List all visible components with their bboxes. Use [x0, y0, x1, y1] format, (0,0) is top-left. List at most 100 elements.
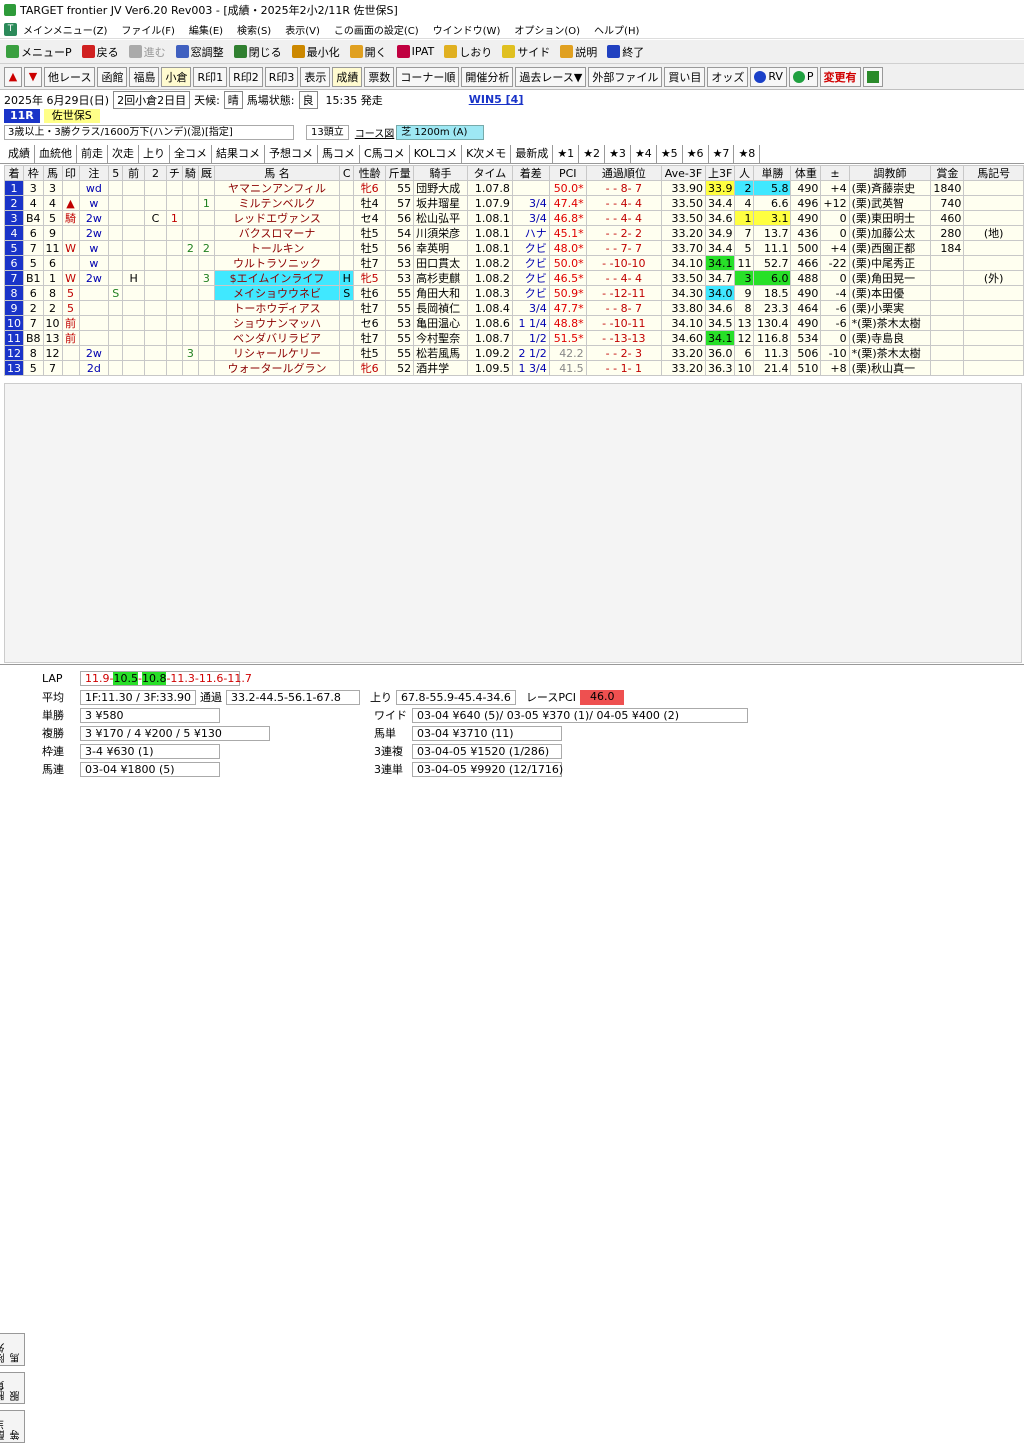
toolbar-button-6[interactable]: 開く — [349, 44, 387, 60]
display-button[interactable]: 表示 — [300, 66, 331, 87]
column-header[interactable]: 斤量 — [385, 165, 415, 181]
tab-10[interactable]: KOLコメ — [410, 144, 463, 163]
column-header[interactable]: 前 — [122, 165, 146, 181]
tab-4[interactable]: 上り — [139, 144, 170, 163]
table-row[interactable]: 9 2 2 5 トーホウディアス 牡7 55 長岡禎仁 1.08.4 3/4 47.7* - - 8-… — [4, 300, 1024, 316]
tab-15[interactable]: ★3 — [605, 144, 631, 163]
toolbar-button-5[interactable]: 最小化 — [291, 44, 340, 60]
up-arrow-button[interactable]: ▲ — [4, 66, 22, 87]
menu-screen-settings[interactable]: この画面の設定(C) — [334, 22, 419, 37]
tab-1[interactable]: 血統他 — [35, 144, 77, 163]
column-header[interactable]: 調教師 — [848, 165, 932, 181]
column-header[interactable]: 通過順位 — [585, 165, 663, 181]
menu-options[interactable]: オプション(O) — [514, 22, 580, 37]
toolbar-button-3[interactable]: 窓調整 — [175, 44, 224, 60]
table-row[interactable]: 3 B4 5 騎 2w C 1 レッドエヴァンス セ4 56 松山弘平 1.08.1 3/4 46.8* -… — [4, 210, 1024, 226]
tab-9[interactable]: C馬コメ — [360, 144, 410, 163]
tab-18[interactable]: ★6 — [683, 144, 709, 163]
table-row[interactable]: 10 7 10 前ショウナンマッハ セ6 53 亀田温心 1.08.6 1 1/4 48.8* - … — [4, 315, 1024, 331]
column-header[interactable]: 単勝 — [753, 165, 792, 181]
r-mark2-button[interactable]: R印2 — [229, 66, 263, 87]
tab-silks[interactable]: 勝負服 — [0, 1371, 25, 1405]
toolbar-button-7[interactable]: IPAT — [396, 45, 434, 58]
column-header[interactable]: PCI — [548, 165, 587, 181]
column-header[interactable]: 性齢 — [353, 165, 387, 181]
corner-order-button[interactable]: コーナー順 — [396, 66, 460, 87]
column-header[interactable]: 馬 名 — [213, 165, 341, 181]
toolbar-button-9[interactable]: サイド — [502, 44, 550, 60]
app-menu-icon[interactable]: T — [4, 22, 17, 36]
column-header[interactable]: 着 — [4, 165, 24, 181]
win5-link[interactable]: WIN5 [4] — [469, 93, 524, 106]
column-header[interactable]: 馬 — [42, 165, 63, 181]
column-header[interactable]: 注 — [78, 165, 110, 181]
tab-19[interactable]: ★7 — [709, 144, 735, 163]
tab-14[interactable]: ★2 — [579, 144, 606, 163]
column-header[interactable]: 馬記号 — [963, 165, 1024, 181]
table-row[interactable]: 13 5 7 2d ウォータールグラン 牝6 52 酒井学 1.09.5 1 3/4 41.5- -… — [4, 360, 1024, 376]
table-row[interactable]: 2 4 4 ▲ w 1 ミルテンベルク 牡4 57 坂井瑠星 1.07.9 3/4 47.4* - - 4… — [4, 195, 1024, 211]
votes-button[interactable]: 票数 — [364, 66, 395, 87]
tab-7[interactable]: 予想コメ — [265, 144, 318, 163]
menu-help[interactable]: ヘルプ(H) — [594, 22, 639, 37]
column-header[interactable]: 人 — [734, 165, 755, 181]
hakodate-button[interactable]: 函館 — [97, 66, 128, 87]
changes-button[interactable]: 変更有 — [819, 66, 861, 87]
column-header[interactable]: 印 — [61, 165, 80, 181]
rv-button[interactable]: RV — [750, 66, 787, 87]
menu-view[interactable]: 表示(V) — [285, 22, 320, 37]
column-header[interactable]: 厩 — [197, 165, 215, 181]
bet-button[interactable]: 買い目 — [664, 66, 706, 87]
column-header[interactable]: 上3F — [704, 165, 736, 181]
menu-edit[interactable]: 編集(E) — [189, 22, 223, 37]
column-header[interactable]: 5 — [108, 165, 124, 181]
tab-payout[interactable]: 配当等 — [0, 1410, 25, 1443]
menu-window[interactable]: ウインドウ(W) — [433, 22, 501, 37]
kokura-button[interactable]: 小倉 — [161, 66, 192, 87]
menu-search[interactable]: 検索(S) — [237, 22, 271, 37]
table-row[interactable]: 11 B8 13 前 ベンダバリラビア 牡7 55 今村聖奈 1.08.7 1/2 51.5* - -… — [4, 330, 1024, 346]
table-row[interactable]: 12 8 12 2w 3 リシャールケリー 牡5 55 松若風馬 1.09.2 2 1/2 42.2-… — [4, 345, 1024, 361]
table-row[interactable]: 1 3 3 wd ヤマニンアンフィル 牝6 55 団野大成 1.07.8 50.0* - - 8- … — [4, 180, 1024, 196]
down-arrow-button[interactable]: ▼ — [24, 66, 42, 87]
tab-3[interactable]: 次走 — [108, 144, 139, 163]
column-header[interactable]: 騎 — [181, 165, 199, 181]
table-row[interactable]: 7 B1 1 W 2w H 3 $エイムインライフ H 牝5 53 高杉吏麒 1.08.2 クビ 46.5*… — [4, 270, 1024, 286]
tab-11[interactable]: K次メモ — [462, 144, 512, 163]
toolbar-button-1[interactable]: 戻る — [81, 44, 119, 60]
tab-17[interactable]: ★5 — [657, 144, 683, 163]
column-header[interactable]: 賞金 — [930, 165, 965, 181]
fukushima-button[interactable]: 福島 — [129, 66, 160, 87]
column-header[interactable]: Ave-3F — [661, 165, 706, 181]
toolbar-button-10[interactable]: 説明 — [560, 44, 597, 60]
tab-16[interactable]: ★4 — [631, 144, 657, 163]
column-header[interactable]: タイム — [466, 165, 513, 181]
column-header[interactable]: 騎手 — [413, 165, 468, 181]
horse-list-button[interactable] — [862, 66, 883, 87]
r-mark3-button[interactable]: R印3 — [264, 66, 299, 87]
other-race-button[interactable]: 他レース — [44, 66, 96, 87]
r-mark1-button[interactable]: R印1 — [193, 66, 228, 87]
tab-2[interactable]: 前走 — [77, 144, 108, 163]
tab-13[interactable]: ★1 — [553, 144, 580, 163]
toolbar-button-0[interactable]: メニューP — [6, 44, 72, 60]
table-row[interactable]: 6 5 6 w ウルトラソニック 牡7 53 田口貫太 1.08.2 クビ 50.0* - -10-1… — [4, 255, 1024, 271]
tab-scratched[interactable]: 除外馬 — [0, 1332, 25, 1366]
toolbar-button-8[interactable]: しおり — [444, 44, 492, 60]
results-button[interactable]: 成績 — [332, 66, 363, 87]
column-header[interactable]: C — [339, 165, 355, 181]
tab-12[interactable]: 最新成 — [511, 144, 554, 163]
column-header[interactable]: ± — [820, 165, 850, 181]
column-header[interactable]: 着差 — [511, 165, 550, 181]
past-race-button[interactable]: 過去レース▼ — [515, 66, 587, 87]
tab-6[interactable]: 結果コメ — [212, 144, 265, 163]
toolbar-button-11[interactable]: 終了 — [607, 44, 644, 60]
tab-5[interactable]: 全コメ — [170, 144, 212, 163]
menu-main[interactable]: メインメニュー(Z) — [23, 22, 107, 37]
column-header[interactable]: 枠 — [23, 165, 44, 181]
odds-button[interactable]: オッズ — [707, 66, 749, 87]
table-row[interactable]: 5 7 11 Ww 2 2 トールキン 牡5 56 幸英明 1.08.1 クビ 48.0* - - 7- … — [4, 240, 1024, 256]
tab-20[interactable]: ★8 — [734, 144, 761, 163]
menu-file[interactable]: ファイル(F) — [121, 22, 175, 37]
table-row[interactable]: 8 6 8 5 S メイショウウネビ S 牡6 55 角田大和 1.08.3 クビ 50.9* - -12… — [4, 285, 1024, 301]
